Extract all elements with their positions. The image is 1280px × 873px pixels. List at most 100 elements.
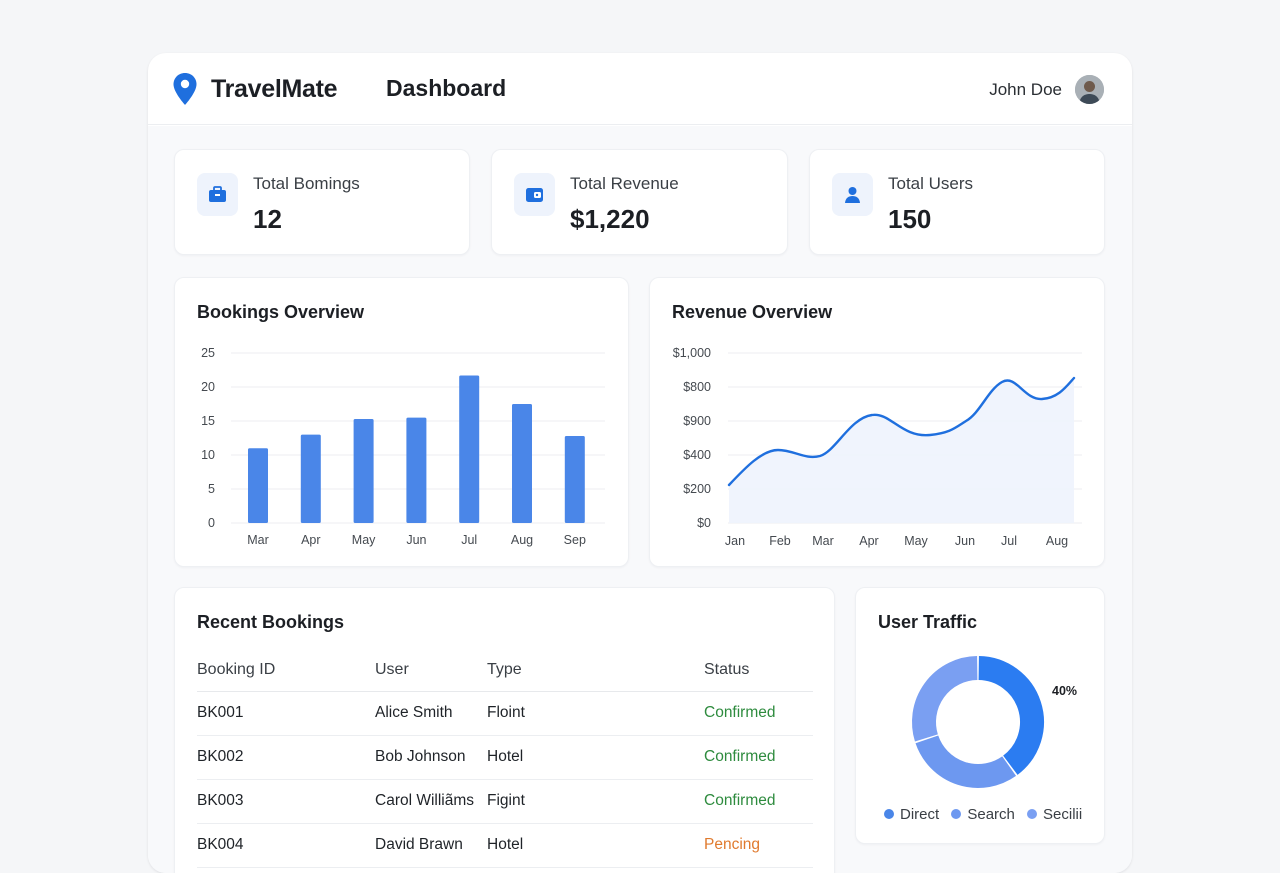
bar[interactable] (459, 375, 480, 523)
x-tick-label: Jan (725, 534, 745, 548)
x-tick-label: Aug (1046, 534, 1068, 548)
stat-value: $1,220 (570, 204, 650, 234)
top-bar: TravelMate Dashboard John Doe (148, 53, 1132, 125)
avatar[interactable] (1075, 75, 1104, 104)
revenue-area-chart: $0 $200 $400 $900 $800 $1,000 Jan Feb Mar Apr May J… (673, 346, 1082, 548)
card-title: Recent Bookings (197, 612, 345, 632)
brand-name[interactable]: TravelMate (211, 75, 338, 104)
x-tick-label: Mar (247, 533, 269, 547)
booking-id-cell: BK001 (197, 691, 375, 736)
legend-item[interactable]: Search (951, 806, 1015, 823)
y-tick-label: 5 (208, 482, 215, 496)
type-cell: Hotel (487, 735, 704, 780)
y-tick-label: 25 (201, 346, 215, 360)
x-tick-label: Sep (564, 533, 586, 547)
user-cell: David Brawn (375, 823, 487, 868)
status-cell: Confirmed (704, 735, 813, 780)
y-tick-label: $1,000 (673, 346, 711, 360)
bar[interactable] (353, 418, 374, 523)
app-window: TravelMate Dashboard John Doe Total Bomi… (148, 53, 1132, 873)
briefcase-icon (197, 173, 238, 216)
bookings-overview-card: Bookings Overview 0 5 10 15 20 25 Mar Apr May Jun… (174, 277, 629, 567)
user-cell: Carol Williãms (375, 779, 487, 824)
column-header[interactable]: Status (704, 650, 813, 692)
donut-slice[interactable] (912, 656, 978, 742)
bar[interactable] (564, 435, 585, 523)
type-cell: Figint (487, 779, 704, 824)
table-header-row: Booking ID User Type Status (197, 650, 813, 692)
x-tick-label: Apr (859, 534, 878, 548)
donut-data-label: 40% (1052, 684, 1078, 698)
user-cell: Bob Johnson (375, 735, 487, 780)
x-tick-label: Apr (301, 533, 320, 547)
avatar-image (1075, 75, 1104, 104)
location-pin-icon (173, 73, 197, 105)
stat-label: Total Bomings (253, 174, 360, 193)
y-tick-label: $0 (697, 516, 711, 530)
status-cell: Confirmed (704, 691, 813, 736)
booking-id-cell: BK004 (197, 823, 375, 868)
main-content: Total Bomings 12 Total Revenue $1,220 To… (148, 126, 1132, 873)
legend-dot (884, 809, 894, 819)
stat-card-users[interactable]: Total Users 150 (809, 149, 1105, 255)
legend-label: Secilii (1043, 806, 1083, 823)
wallet-icon (514, 173, 555, 216)
stat-value: 12 (253, 204, 282, 234)
y-tick-label: $800 (683, 380, 711, 394)
booking-id-cell: BK003 (197, 779, 375, 824)
user-traffic-card: User Traffic 40% Direct Search Secilii (855, 587, 1105, 844)
bar[interactable] (248, 448, 268, 523)
status-cell: Pencing (704, 823, 813, 868)
legend-item[interactable]: Direct (884, 806, 939, 823)
donut-slice[interactable] (915, 735, 1017, 788)
legend-label: Search (967, 806, 1015, 823)
legend-label: Direct (900, 806, 940, 823)
y-tick-label: 20 (201, 380, 215, 394)
type-cell: Floint (487, 691, 704, 736)
x-tick-label: Jul (461, 533, 477, 547)
bookings-bar-chart: 0 5 10 15 20 25 Mar Apr May Jun Jul Aug Sep (201, 346, 605, 547)
legend-dot (951, 809, 962, 819)
x-tick-label: Feb (769, 534, 791, 548)
user-icon (832, 173, 873, 216)
user-name[interactable]: John Doe (989, 80, 1062, 100)
column-header[interactable]: User (375, 650, 487, 692)
recent-bookings-card: Recent Bookings Booking ID User Type Sta… (174, 587, 835, 873)
stat-card-revenue[interactable]: Total Revenue $1,220 (491, 149, 788, 255)
y-tick-label: 0 (208, 516, 215, 530)
y-tick-label: $400 (683, 448, 711, 462)
table-row[interactable]: BK003 Carol Williãms Figint Confirmed (197, 779, 813, 824)
column-header[interactable]: Type (487, 650, 704, 692)
x-tick-label: Mar (812, 534, 834, 548)
table-row[interactable]: BK001 Alice Smith Floint Confirmed (197, 691, 813, 736)
bar[interactable] (406, 417, 427, 523)
type-cell: Hotel (487, 823, 704, 868)
user-cell: Alice Smith (375, 691, 487, 736)
y-tick-label: $900 (683, 414, 711, 428)
legend-item[interactable]: Secilii (1027, 806, 1082, 823)
table-row[interactable]: BK002 Bob Johnson Hotel Confirmed (197, 735, 813, 780)
page-title: Dashboard (386, 75, 507, 101)
y-tick-label: $200 (683, 482, 711, 496)
legend-dot (1027, 809, 1038, 819)
column-header[interactable]: Booking ID (197, 650, 375, 692)
x-tick-label: Aug (511, 533, 533, 547)
y-tick-label: 15 (201, 414, 215, 428)
bar[interactable] (300, 434, 321, 523)
table-row[interactable]: BK004 David Brawn Hotel Pencing (197, 823, 813, 868)
x-tick-label: May (352, 533, 376, 547)
x-tick-label: Jun (406, 533, 426, 547)
revenue-overview-card: Revenue Overview $0 $200 $400 $900 $800 $1,00… (649, 277, 1105, 567)
booking-id-cell: BK002 (197, 735, 375, 780)
traffic-legend: Direct Search Secilii (884, 806, 1090, 823)
x-tick-label: Jul (1001, 534, 1017, 548)
stat-label: Total Revenue (570, 174, 679, 193)
stat-card-bookings[interactable]: Total Bomings 12 (174, 149, 470, 255)
y-tick-label: 10 (201, 448, 215, 462)
x-tick-label: May (904, 534, 928, 548)
bookings-table: Booking ID User Type Status BK001 Alice S… (197, 650, 813, 868)
bar[interactable] (512, 404, 532, 523)
x-tick-label: Jun (955, 534, 975, 548)
donut-slice[interactable] (978, 656, 1044, 775)
stat-label: Total Users (888, 174, 974, 193)
